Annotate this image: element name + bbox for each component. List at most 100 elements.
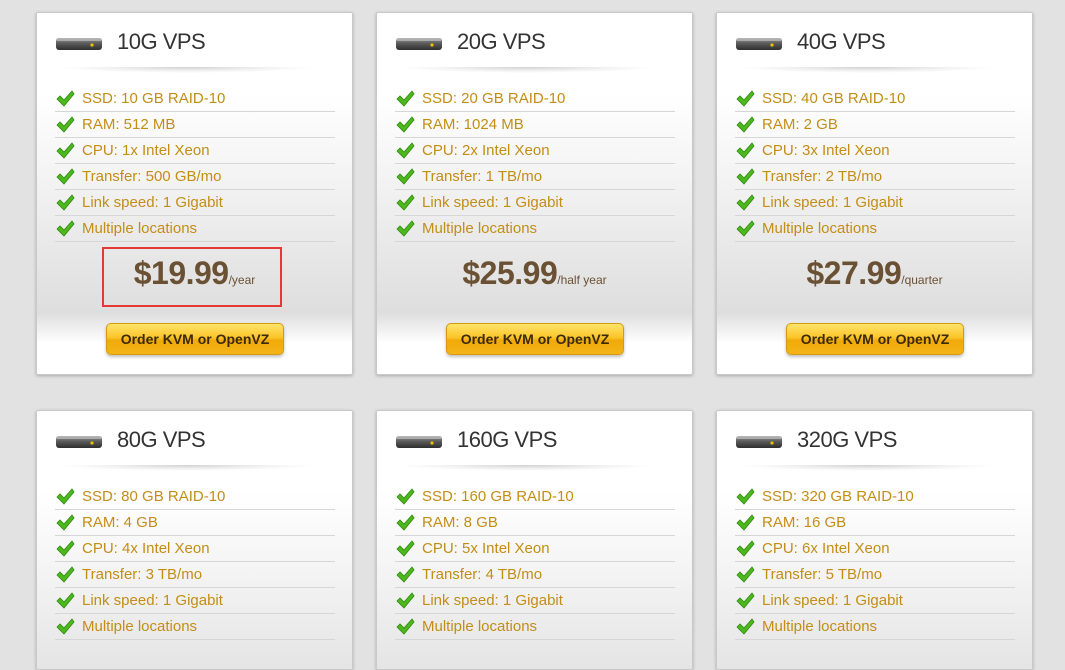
feature-text: SSD: 160 GB RAID-10 [422,488,574,505]
price-amount: $25.99 [462,255,558,291]
price-highlight-box [102,247,282,307]
plan-title: 320G VPS [797,427,897,452]
feature-item: RAM: 1024 MB [395,112,675,138]
check-icon [56,540,75,557]
feature-text: Multiple locations [82,618,198,635]
feature-item: SSD: 80 GB RAID-10 [55,484,335,510]
feature-text: RAM: 4 GB [82,514,158,531]
header-divider [397,67,657,73]
check-icon [736,168,755,185]
plan-title: 160G VPS [457,427,557,452]
plan-title: 80G VPS [117,427,206,452]
check-icon [396,116,415,133]
feature-text: CPU: 5x Intel Xeon [422,540,550,557]
feature-text: SSD: 40 GB RAID-10 [762,90,906,107]
order-button[interactable]: Order KVM or OpenVZ [786,323,964,355]
feature-text: RAM: 16 GB [762,514,847,531]
feature-text: Link speed: 1 Gigabit [422,592,563,609]
check-icon [56,514,75,531]
feature-item: Transfer: 500 GB/mo [55,164,335,190]
feature-list: SSD: 160 GB RAID-10 RAM: 8 GB CPU: 5x In… [395,484,675,640]
feature-text: SSD: 320 GB RAID-10 [762,488,914,505]
check-icon [56,488,75,505]
feature-text: CPU: 4x Intel Xeon [82,540,210,557]
order-button[interactable]: Order KVM or OpenVZ [106,323,284,355]
feature-item: SSD: 320 GB RAID-10 [735,484,1015,510]
plan-header: 320G VPS [717,411,1032,471]
feature-item: CPU: 5x Intel Xeon [395,536,675,562]
feature-text: Multiple locations [422,220,538,237]
check-icon [736,540,755,557]
feature-text: Link speed: 1 Gigabit [762,592,903,609]
check-icon [56,90,75,107]
plan-card-10g: 10G VPS SSD: 10 GB RAID-10 RAM: 512 MB C… [36,12,353,375]
feature-text: Multiple locations [82,220,198,237]
check-icon [736,194,755,211]
plan-title: 40G VPS [797,29,886,54]
check-icon [396,90,415,107]
feature-text: Multiple locations [422,618,538,635]
feature-item: Multiple locations [395,216,675,242]
feature-list: SSD: 20 GB RAID-10 RAM: 1024 MB CPU: 2x … [395,86,675,242]
header-divider [737,465,997,471]
feature-item: Transfer: 1 TB/mo [395,164,675,190]
plan-title: 10G VPS [117,29,206,54]
feature-text: CPU: 6x Intel Xeon [762,540,890,557]
feature-item: RAM: 4 GB [55,510,335,536]
feature-text: Multiple locations [762,220,878,237]
feature-text: Link speed: 1 Gigabit [82,194,223,211]
plan-card-80g: 80G VPS SSD: 80 GB RAID-10 RAM: 4 GB CPU… [36,410,353,670]
feature-item: Multiple locations [55,614,335,640]
check-icon [56,618,75,635]
plan-card-160g: 160G VPS SSD: 160 GB RAID-10 RAM: 8 GB C… [376,410,693,670]
server-icon [396,38,442,50]
feature-item: RAM: 2 GB [735,112,1015,138]
feature-item: Link speed: 1 Gigabit [55,588,335,614]
check-icon [56,194,75,211]
check-icon [736,618,755,635]
feature-text: RAM: 1024 MB [422,116,524,133]
feature-item: SSD: 10 GB RAID-10 [55,86,335,112]
feature-text: SSD: 20 GB RAID-10 [422,90,566,107]
feature-text: Transfer: 500 GB/mo [82,168,222,185]
plan-header: 80G VPS [37,411,352,471]
check-icon [396,592,415,609]
check-icon [56,220,75,237]
feature-item: Multiple locations [395,614,675,640]
feature-item: Transfer: 2 TB/mo [735,164,1015,190]
server-icon [56,38,102,50]
feature-item: RAM: 512 MB [55,112,335,138]
feature-list: SSD: 320 GB RAID-10 RAM: 16 GB CPU: 6x I… [735,484,1015,640]
feature-text: Link speed: 1 Gigabit [82,592,223,609]
feature-item: Multiple locations [735,614,1015,640]
feature-item: CPU: 1x Intel Xeon [55,138,335,164]
plan-card-20g: 20G VPS SSD: 20 GB RAID-10 RAM: 1024 MB … [376,12,693,375]
feature-item: SSD: 20 GB RAID-10 [395,86,675,112]
check-icon [736,488,755,505]
feature-text: RAM: 2 GB [762,116,838,133]
feature-text: CPU: 1x Intel Xeon [82,142,210,159]
feature-item: Link speed: 1 Gigabit [395,190,675,216]
feature-text: RAM: 8 GB [422,514,498,531]
check-icon [736,592,755,609]
check-icon [736,566,755,583]
feature-text: CPU: 3x Intel Xeon [762,142,890,159]
feature-item: Link speed: 1 Gigabit [395,588,675,614]
feature-list: SSD: 10 GB RAID-10 RAM: 512 MB CPU: 1x I… [55,86,335,242]
feature-text: Multiple locations [762,618,878,635]
feature-item: Multiple locations [735,216,1015,242]
feature-item: Link speed: 1 Gigabit [55,190,335,216]
feature-item: SSD: 160 GB RAID-10 [395,484,675,510]
feature-item: CPU: 2x Intel Xeon [395,138,675,164]
header-divider [737,67,997,73]
feature-item: Transfer: 4 TB/mo [395,562,675,588]
feature-text: CPU: 2x Intel Xeon [422,142,550,159]
order-button[interactable]: Order KVM or OpenVZ [446,323,624,355]
check-icon [56,168,75,185]
server-icon [736,38,782,50]
plan-card-320g: 320G VPS SSD: 320 GB RAID-10 RAM: 16 GB … [716,410,1033,670]
check-icon [56,142,75,159]
feature-text: SSD: 10 GB RAID-10 [82,90,226,107]
feature-item: Link speed: 1 Gigabit [735,190,1015,216]
price-amount: $27.99 [806,255,902,291]
